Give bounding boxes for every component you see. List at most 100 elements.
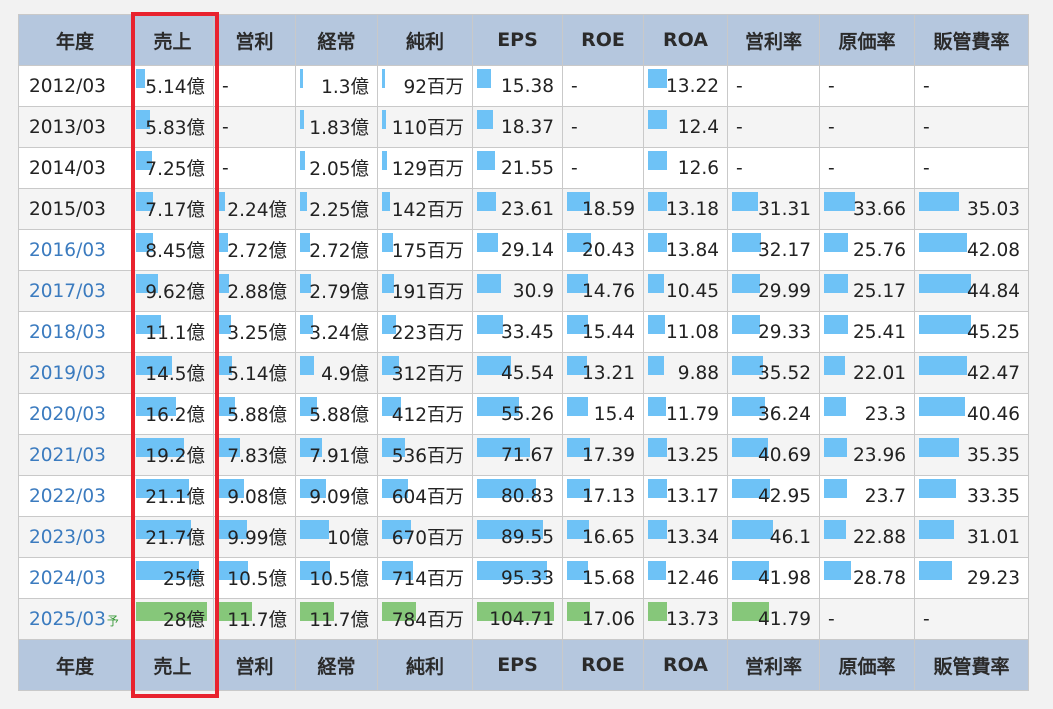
- ordinary-profit-cell: 7.91億: [295, 434, 378, 476]
- net-profit-cell: 110百万: [377, 106, 473, 148]
- net-profit-cell: 129百万: [377, 147, 473, 189]
- cell-value: 9.08億: [227, 487, 287, 508]
- footer-operating-profit[interactable]: 営利: [213, 639, 296, 691]
- year-cell[interactable]: 2020/03: [18, 393, 132, 435]
- header-operating-profit[interactable]: 営利: [213, 14, 296, 66]
- footer-net-profit[interactable]: 純利: [377, 639, 473, 691]
- operating-margin-cell: 35.52: [727, 352, 820, 394]
- operating-margin-cell: -: [727, 65, 820, 107]
- cell-value: 19.2億: [145, 446, 205, 467]
- financial-table: 年度 売上 営利 経常 純利 EPS ROE ROA 営利率 原価率 販管費率 …: [18, 14, 1029, 691]
- year-cell[interactable]: 2019/03: [18, 352, 132, 394]
- ordinary-profit-cell: 9.09億: [295, 475, 378, 517]
- header-year[interactable]: 年度: [18, 14, 132, 66]
- footer-sales[interactable]: 売上: [131, 639, 214, 691]
- cell-value: 23.96: [853, 444, 906, 466]
- roe-cell: 18.59: [562, 188, 644, 230]
- cell-value: -: [736, 116, 743, 138]
- value-bar: [732, 233, 761, 252]
- eps-cell: 80.83: [472, 475, 563, 517]
- cost-ratio-cell: 22.01: [819, 352, 915, 394]
- header-roe[interactable]: ROE: [562, 14, 644, 66]
- header-net-profit[interactable]: 純利: [377, 14, 473, 66]
- year-cell[interactable]: 2025/03予: [18, 598, 132, 640]
- value-bar: [919, 356, 967, 375]
- footer-ordinary-profit[interactable]: 経常: [295, 639, 378, 691]
- year-cell[interactable]: 2023/03: [18, 516, 132, 558]
- year-cell: 2012/03: [18, 65, 132, 107]
- cell-value: 12.46: [666, 567, 719, 589]
- footer-sga-ratio[interactable]: 販管費率: [914, 639, 1029, 691]
- cell-value: 2.25億: [309, 200, 369, 221]
- sales-cell: 16.2億: [131, 393, 214, 435]
- value-bar: [919, 274, 971, 293]
- value-bar: [382, 110, 386, 129]
- roa-cell: 13.84: [643, 229, 728, 271]
- roe-cell: -: [562, 106, 644, 148]
- year-cell[interactable]: 2018/03: [18, 311, 132, 353]
- operating-profit-cell: -: [213, 65, 296, 107]
- year-cell[interactable]: 2016/03: [18, 229, 132, 271]
- eps-cell: 89.55: [472, 516, 563, 558]
- roa-cell: 11.79: [643, 393, 728, 435]
- sga-ratio-cell: -: [914, 65, 1029, 107]
- footer-roe[interactable]: ROE: [562, 639, 644, 691]
- year-cell[interactable]: 2024/03: [18, 557, 132, 599]
- roa-cell: 12.4: [643, 106, 728, 148]
- year-cell[interactable]: 2022/03: [18, 475, 132, 517]
- ordinary-profit-cell: 1.3億: [295, 65, 378, 107]
- forecast-badge: 予: [106, 613, 119, 628]
- value-bar: [300, 520, 329, 539]
- net-profit-cell: 312百万: [377, 352, 473, 394]
- cell-value: 412百万: [391, 405, 464, 426]
- value-bar: [648, 151, 667, 170]
- table-row: 2025/03予 28億 11.7億 11.7億 784百万 104.71 17.06 13.…: [18, 598, 1029, 640]
- cell-value: 536百万: [391, 446, 464, 467]
- net-profit-cell: 175百万: [377, 229, 473, 271]
- cell-value: 31.31: [758, 198, 811, 220]
- cost-ratio-cell: 25.76: [819, 229, 915, 271]
- header-operating-margin[interactable]: 営利率: [727, 14, 820, 66]
- value-bar: [477, 274, 501, 293]
- footer-operating-margin[interactable]: 営利率: [727, 639, 820, 691]
- cell-value: -: [828, 157, 835, 179]
- cell-value: 5.88億: [309, 405, 369, 426]
- header-roa[interactable]: ROA: [643, 14, 728, 66]
- value-bar: [919, 192, 959, 211]
- cell-value: 2.72億: [227, 241, 287, 262]
- value-bar: [919, 479, 956, 498]
- cell-value: 41.79: [758, 608, 811, 630]
- footer-cost-ratio[interactable]: 原価率: [819, 639, 915, 691]
- value-bar: [648, 69, 667, 88]
- ordinary-profit-cell: 10億: [295, 516, 378, 558]
- roa-cell: 13.34: [643, 516, 728, 558]
- cell-value: 3.25億: [227, 323, 287, 344]
- cell-value: -: [923, 75, 930, 97]
- value-bar: [824, 274, 848, 293]
- table-row: 2014/03 7.25億 -2.05億 129百万 21.55-12.6- - -: [18, 147, 1029, 189]
- footer-eps[interactable]: EPS: [472, 639, 563, 691]
- cell-value: 29.23: [967, 567, 1020, 589]
- value-bar: [648, 110, 667, 129]
- operating-profit-cell: 2.72億: [213, 229, 296, 271]
- sales-cell: 5.83億: [131, 106, 214, 148]
- header-cost-ratio[interactable]: 原価率: [819, 14, 915, 66]
- header-sga-ratio[interactable]: 販管費率: [914, 14, 1029, 66]
- cell-value: 44.84: [967, 280, 1020, 302]
- eps-cell: 71.67: [472, 434, 563, 476]
- cell-value: 92百万: [403, 77, 464, 98]
- cell-value: 35.52: [758, 362, 811, 384]
- year-cell[interactable]: 2017/03: [18, 270, 132, 312]
- cell-value: 9.09億: [309, 487, 369, 508]
- header-sales[interactable]: 売上: [131, 14, 214, 66]
- cell-value: 7.83億: [227, 446, 287, 467]
- header-ordinary-profit[interactable]: 経常: [295, 14, 378, 66]
- header-eps[interactable]: EPS: [472, 14, 563, 66]
- cell-value: -: [828, 75, 835, 97]
- footer-roa[interactable]: ROA: [643, 639, 728, 691]
- cell-value: 11.7億: [309, 610, 369, 631]
- cell-value: 10.5億: [309, 569, 369, 590]
- year-cell[interactable]: 2021/03: [18, 434, 132, 476]
- footer-year[interactable]: 年度: [18, 639, 132, 691]
- sales-cell: 5.14億: [131, 65, 214, 107]
